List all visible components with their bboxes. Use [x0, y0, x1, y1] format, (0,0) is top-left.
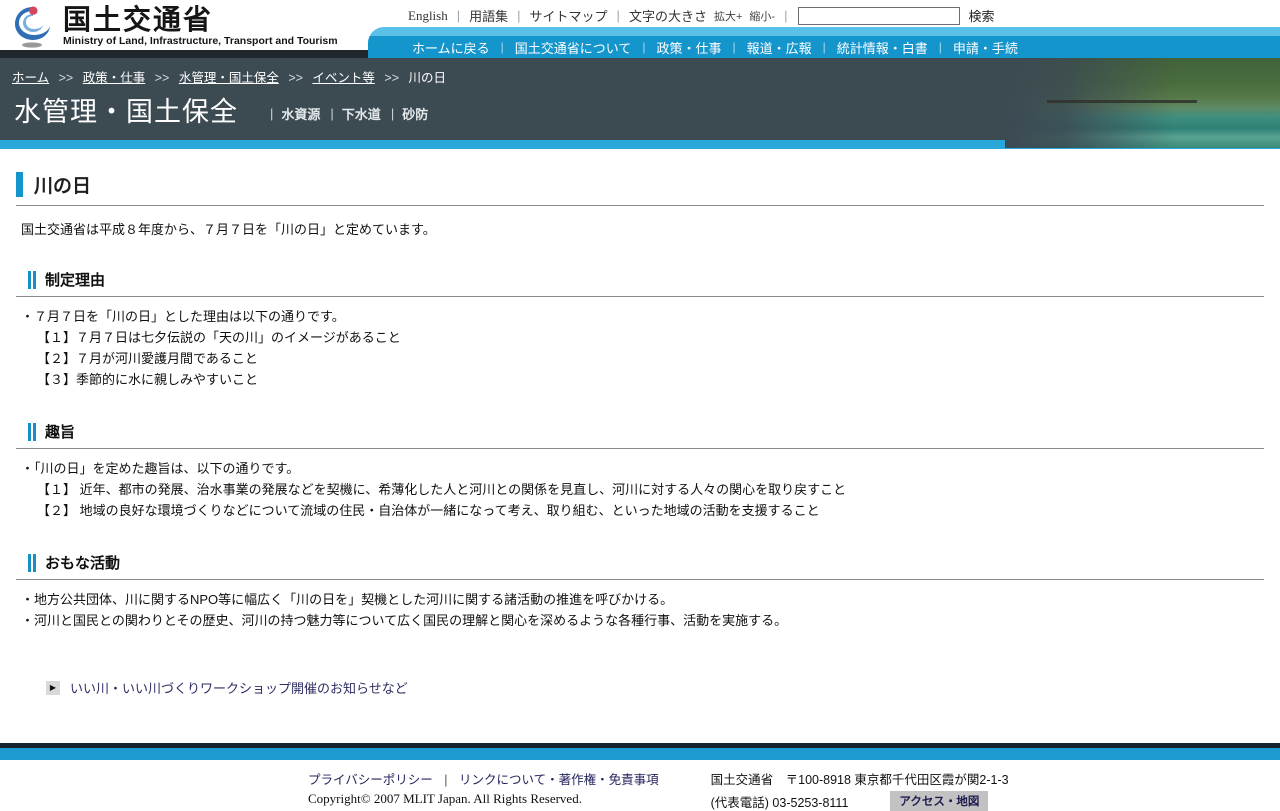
page-title: 川の日: [34, 176, 92, 197]
breadcrumb-separator: >>: [384, 71, 400, 85]
terms-link[interactable]: リンクについて・著作権・免責事項: [459, 773, 659, 787]
banner-title: 水管理・国土保全: [14, 97, 238, 127]
org-phone: (代表電話) 03-5253-8111: [710, 795, 849, 810]
search-input[interactable]: [798, 6, 961, 25]
banner-sub-separator: |: [270, 106, 274, 121]
font-size-label: 文字の大きさ: [628, 9, 707, 24]
section-bullet: ・地方公共団体、川に関するNPO等に幅広く「川の日を」契機とした河川に関する諸活…: [21, 592, 674, 608]
nav-separator: |: [642, 40, 646, 54]
intro-paragraph: 国土交通省は平成８年度から、７月７日を「川の日」と定めています。: [21, 222, 436, 237]
breadcrumb-separator: >>: [288, 71, 303, 85]
section-reason: 制定理由 ・７月７日を「川の日」とした理由は以下の通りです。 【１】７月７日は七…: [16, 269, 1264, 390]
section-lead-text: ・７月７日を「川の日」とした理由は以下の通りです。: [21, 309, 345, 324]
nav-separator: |: [822, 40, 826, 54]
banner-sub-separator: |: [390, 106, 395, 121]
page-title-accent-bar: [16, 172, 23, 197]
utility-bar: English | 用語集 | サイトマップ | 文字の大きさ 拡大+ 縮小- …: [408, 6, 994, 25]
section-lead-text: ・「川の日」を定めた趣旨は、以下の通りです。: [21, 461, 300, 477]
utility-separator: |: [616, 8, 620, 23]
section-item: 【２】７月が河川愛護月間であること: [37, 351, 258, 367]
breadcrumb-water[interactable]: 水管理・国土保全: [179, 71, 279, 85]
nav-item-statistics[interactable]: 統計情報・白書: [837, 38, 928, 57]
section-item: 【１】 近年、都市の発展、治水事業の発展などを契機に、希薄化した人と河川との関係…: [37, 482, 847, 498]
breadcrumb-policy[interactable]: 政策・仕事: [83, 71, 146, 85]
banner-link-sewerage[interactable]: 下水道: [342, 104, 381, 123]
nav-item-applications[interactable]: 申請・手続: [953, 38, 1018, 57]
nav-main-band: ホームに戻る | 国土交通省について | 政策・仕事 | 報道・広報 | 統計情…: [368, 36, 1280, 58]
breadcrumb-home[interactable]: ホーム: [12, 71, 49, 85]
mlit-logo[interactable]: 国土交通省 Ministry of Land, Infrastructure, …: [10, 3, 338, 49]
font-enlarge-button[interactable]: 拡大+: [714, 8, 742, 24]
utility-separator: |: [456, 8, 461, 23]
workshop-link[interactable]: いい川・いい川づくりワークショップ開催のお知らせなど: [70, 678, 408, 697]
logo-subtitle: Ministry of Land, Infrastructure, Transp…: [63, 35, 338, 48]
arrow-right-icon[interactable]: ▶: [46, 680, 60, 695]
banner-link-sabo[interactable]: 砂防: [402, 104, 428, 123]
section-banner: ホーム >> 政策・仕事 >> 水管理・国土保全 >> イベント等 >> 川の日…: [0, 50, 1280, 148]
search-button[interactable]: 検索: [968, 6, 994, 25]
utility-separator: |: [784, 8, 788, 23]
section-bullet: ・河川と国民との関わりとその歴史、河川の持つ魅力等について広く国民の理解と関心を…: [21, 613, 788, 629]
divider: [16, 579, 1264, 581]
section-purpose: 趣旨 ・「川の日」を定めた趣旨は、以下の通りです。 【１】 近年、都市の発展、治…: [16, 421, 1264, 521]
english-link[interactable]: English: [408, 8, 448, 24]
banner-sublinks: | 水資源 | 下水道 | 砂防: [260, 104, 428, 126]
divider: [16, 448, 1264, 450]
sitemap-link[interactable]: サイトマップ: [530, 6, 608, 25]
divider: [16, 205, 1264, 206]
main-content: 川の日 国土交通省は平成８年度から、７月７日を「川の日」と定めています。 制定理…: [0, 149, 1280, 697]
nav-light-band: [368, 27, 1280, 36]
section-accent-bars: [28, 553, 36, 572]
nav-separator: |: [500, 40, 504, 54]
nav-item-press[interactable]: 報道・広報: [747, 38, 812, 57]
nav-separator: |: [938, 40, 942, 54]
logo-title: 国土交通省: [63, 4, 214, 35]
utility-separator: |: [517, 8, 521, 23]
breadcrumb: ホーム >> 政策・仕事 >> 水管理・国土保全 >> イベント等 >> 川の日: [0, 58, 1280, 86]
footer-cyan-bar: [0, 748, 1280, 761]
section-heading: 制定理由: [45, 272, 106, 289]
privacy-policy-link[interactable]: プライバシーポリシー: [308, 773, 433, 787]
global-nav: ホームに戻る | 国土交通省について | 政策・仕事 | 報道・広報 | 統計情…: [368, 27, 1280, 58]
nav-separator: |: [732, 40, 736, 54]
section-heading: 趣旨: [45, 424, 76, 442]
glossary-link[interactable]: 用語集: [469, 6, 508, 25]
related-link-row: ▶ いい川・いい川づくりワークショップ開催のお知らせなど: [46, 678, 1264, 697]
nav-item-policy[interactable]: 政策・仕事: [657, 38, 722, 57]
nav-item-about[interactable]: 国土交通省について: [515, 38, 632, 57]
section-item: 【２】 地域の良好な環境づくりなどについて流域の住民・自治体が一緒になって考え、…: [37, 503, 820, 519]
breadcrumb-separator: >>: [58, 71, 74, 85]
breadcrumb-current: 川の日: [408, 71, 447, 85]
font-shrink-button[interactable]: 縮小-: [749, 8, 775, 24]
org-address: 国土交通省 〒100-8918 東京都千代田区霞が関2-1-3: [710, 773, 1009, 788]
footer-separator: |: [444, 773, 448, 788]
banner-sub-separator: |: [330, 106, 334, 121]
breadcrumb-separator: >>: [154, 71, 170, 85]
section-accent-bars: [28, 270, 36, 289]
section-item: 【１】７月７日は七夕伝説の「天の川」のイメージがあること: [37, 330, 401, 346]
section-activities: おもな活動 ・地方公共団体、川に関するNPO等に幅広く「川の日を」契機とした河川…: [16, 552, 1264, 631]
banner-link-water-resources[interactable]: 水資源: [281, 104, 320, 123]
breadcrumb-events[interactable]: イベント等: [312, 71, 375, 85]
divider: [16, 296, 1264, 297]
section-heading: おもな活動: [45, 555, 121, 573]
nav-item-home[interactable]: ホームに戻る: [412, 38, 490, 57]
access-map-button[interactable]: アクセス・地図: [890, 791, 989, 811]
section-accent-bars: [28, 422, 36, 441]
site-footer: プライバシーポリシー | リンクについて・著作権・免責事項 Copyright©…: [0, 743, 1280, 811]
copyright-text: Copyright© 2007 MLIT Japan. All Rights R…: [308, 791, 582, 807]
section-item: 【３】季節的に水に親しみやすいこと: [37, 372, 259, 388]
mlit-logo-icon: [10, 3, 56, 49]
